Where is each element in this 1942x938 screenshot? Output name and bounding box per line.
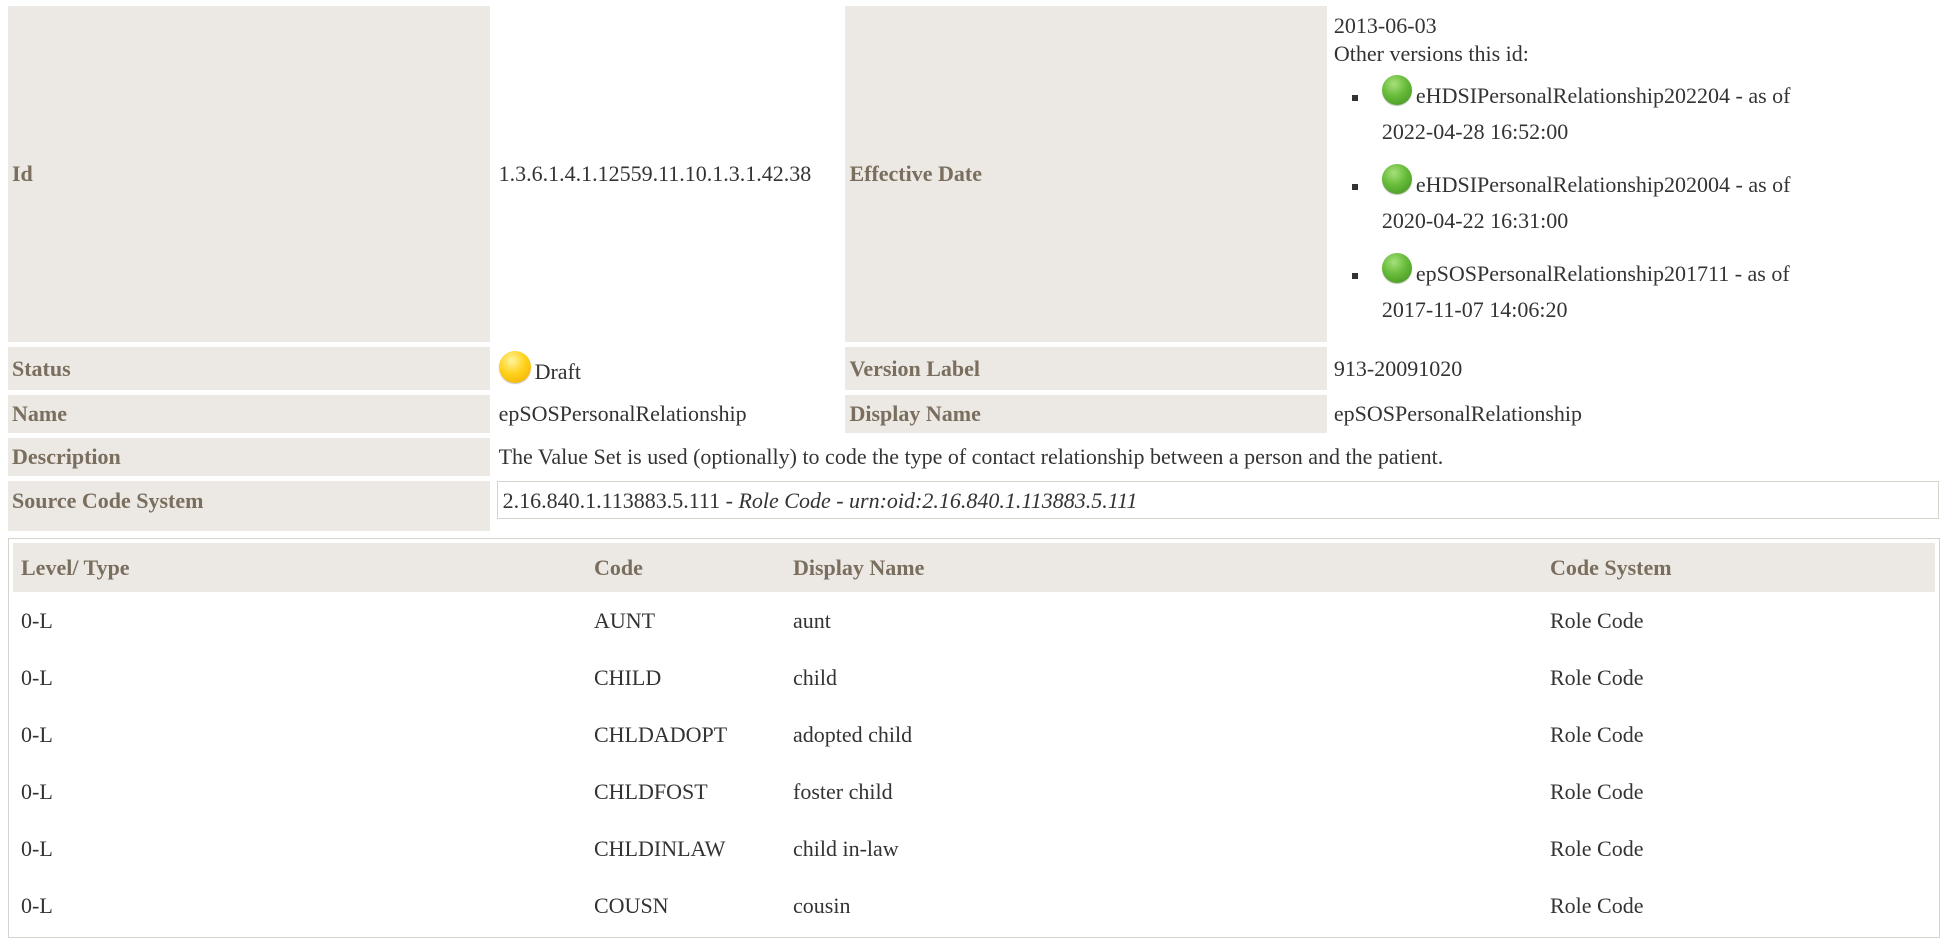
other-versions-list: eHDSIPersonalRelationship202204 - as of …	[1334, 75, 1935, 328]
other-version-link[interactable]: eHDSIPersonalRelationship202204 - as of	[1416, 83, 1791, 108]
status-cell: Draft	[493, 347, 843, 390]
status-label: Status	[8, 347, 490, 390]
col-header-code: Code	[586, 543, 785, 592]
cell-code: COUSN	[594, 892, 669, 918]
status-active-icon	[1381, 253, 1412, 283]
cell-code-system: Role Code	[1550, 835, 1644, 861]
other-version-link[interactable]: eHDSIPersonalRelationship202004 - as of	[1416, 172, 1791, 197]
table-row: 0-L CHILD child Role Code	[13, 649, 1935, 706]
status-value: Draft	[534, 359, 581, 385]
other-version-date: 2020-04-22 16:31:00	[1381, 208, 1569, 233]
cell-code-system: Role Code	[1550, 607, 1644, 633]
description-value: The Value Set is used (optionally) to co…	[498, 444, 1444, 470]
cell-code: CHLDFOST	[594, 778, 708, 804]
col-header-level-type: Level/ Type	[13, 543, 586, 592]
status-active-icon	[1381, 164, 1412, 194]
cell-display-name: foster child	[793, 778, 893, 804]
cell-display-name: aunt	[793, 607, 831, 633]
cell-display-name: cousin	[793, 892, 851, 918]
table-row: 0-L AUNT aunt Role Code	[13, 592, 1935, 649]
row-source-code-system: Source Code System 2.16.840.1.113883.5.1…	[8, 481, 1939, 531]
other-version-item: epSOSPersonalRelationship201711 - as of …	[1351, 253, 1935, 328]
status-draft-icon	[498, 351, 531, 384]
effective-date-cell: 2013-06-03 Other versions this id: eHDSI…	[1330, 6, 1939, 342]
col-header-code-system: Code System	[1542, 543, 1935, 592]
other-version-item: eHDSIPersonalRelationship202204 - as of …	[1351, 75, 1935, 150]
cell-code: AUNT	[594, 607, 656, 633]
cell-code-system: Role Code	[1550, 664, 1644, 690]
source-code-system-cell: 2.16.840.1.113883.5.111 - Role Code - ur…	[493, 481, 1939, 531]
row-status: Status Draft Version Label 913-20091020	[8, 347, 1939, 390]
other-versions-label: Other versions this id:	[1333, 40, 1529, 66]
other-version-link[interactable]: epSOSPersonalRelationship201711 - as of	[1416, 261, 1790, 286]
cell-code: CHILD	[594, 664, 662, 690]
row-name: Name epSOSPersonalRelationship Display N…	[8, 395, 1939, 433]
id-label: Id	[8, 6, 490, 342]
cell-level-type: 0-L	[21, 778, 53, 804]
table-row: 0-L COUSN cousin Role Code	[13, 877, 1935, 934]
col-header-display-name: Display Name	[785, 543, 1542, 592]
cell-code-system: Role Code	[1550, 721, 1644, 747]
status-active-icon	[1381, 75, 1412, 105]
id-value: 1.3.6.1.4.1.12559.11.10.1.3.1.42.38	[498, 161, 812, 187]
value-set-page: Id 1.3.6.1.4.1.12559.11.10.1.3.1.42.38 E…	[8, 6, 1942, 938]
effective-date-label: Effective Date	[845, 6, 1327, 342]
cell-code-system: Role Code	[1550, 778, 1644, 804]
other-version-date: 2022-04-28 16:52:00	[1381, 119, 1569, 144]
cell-level-type: 0-L	[21, 664, 53, 690]
cell-code-system: Role Code	[1550, 892, 1644, 918]
row-id: Id 1.3.6.1.4.1.12559.11.10.1.3.1.42.38 E…	[8, 6, 1939, 342]
cell-code: CHLDINLAW	[594, 835, 726, 861]
table-row: 0-L CHLDADOPT adopted child Role Code	[13, 706, 1935, 763]
cell-level-type: 0-L	[21, 835, 53, 861]
concept-table: Level/ Type Code Display Name Code Syste…	[13, 543, 1935, 934]
source-oid: 2.16.840.1.113883.5.111	[502, 488, 721, 513]
cell-level-type: 0-L	[21, 892, 53, 918]
source-urn: urn:oid:2.16.840.1.113883.5.111	[849, 488, 1138, 513]
cell-level-type: 0-L	[21, 607, 53, 633]
display-name-label: Display Name	[845, 395, 1327, 433]
name-label: Name	[8, 395, 490, 433]
concept-list-panel: Level/ Type Code Display Name Code Syste…	[8, 538, 1940, 938]
other-version-date: 2017-11-07 14:06:20	[1381, 297, 1568, 322]
name-value: epSOSPersonalRelationship	[498, 401, 747, 427]
source-name: Role Code	[738, 488, 831, 513]
concept-table-header: Level/ Type Code Display Name Code Syste…	[13, 543, 1935, 592]
description-label: Description	[8, 438, 490, 476]
other-version-item: eHDSIPersonalRelationship202004 - as of …	[1351, 164, 1935, 239]
version-label-label: Version Label	[845, 347, 1327, 390]
effective-date-value: 2013-06-03	[1333, 13, 1437, 38]
cell-level-type: 0-L	[21, 721, 53, 747]
table-row: 0-L CHLDINLAW child in-law Role Code	[13, 820, 1935, 877]
display-name-value: epSOSPersonalRelationship	[1333, 401, 1583, 427]
value-set-metadata: Id 1.3.6.1.4.1.12559.11.10.1.3.1.42.38 E…	[5, 1, 1942, 536]
table-row: 0-L CHLDFOST foster child Role Code	[13, 763, 1935, 820]
cell-display-name: adopted child	[793, 721, 913, 747]
row-description: Description The Value Set is used (optio…	[8, 438, 1939, 476]
cell-display-name: child in-law	[793, 835, 899, 861]
source-code-system-label: Source Code System	[8, 481, 490, 531]
cell-display-name: child	[793, 664, 837, 690]
version-label-value: 913-20091020	[1333, 355, 1463, 381]
source-code-system-box: 2.16.840.1.113883.5.111 - Role Code - ur…	[496, 481, 1939, 519]
cell-code: CHLDADOPT	[594, 721, 728, 747]
